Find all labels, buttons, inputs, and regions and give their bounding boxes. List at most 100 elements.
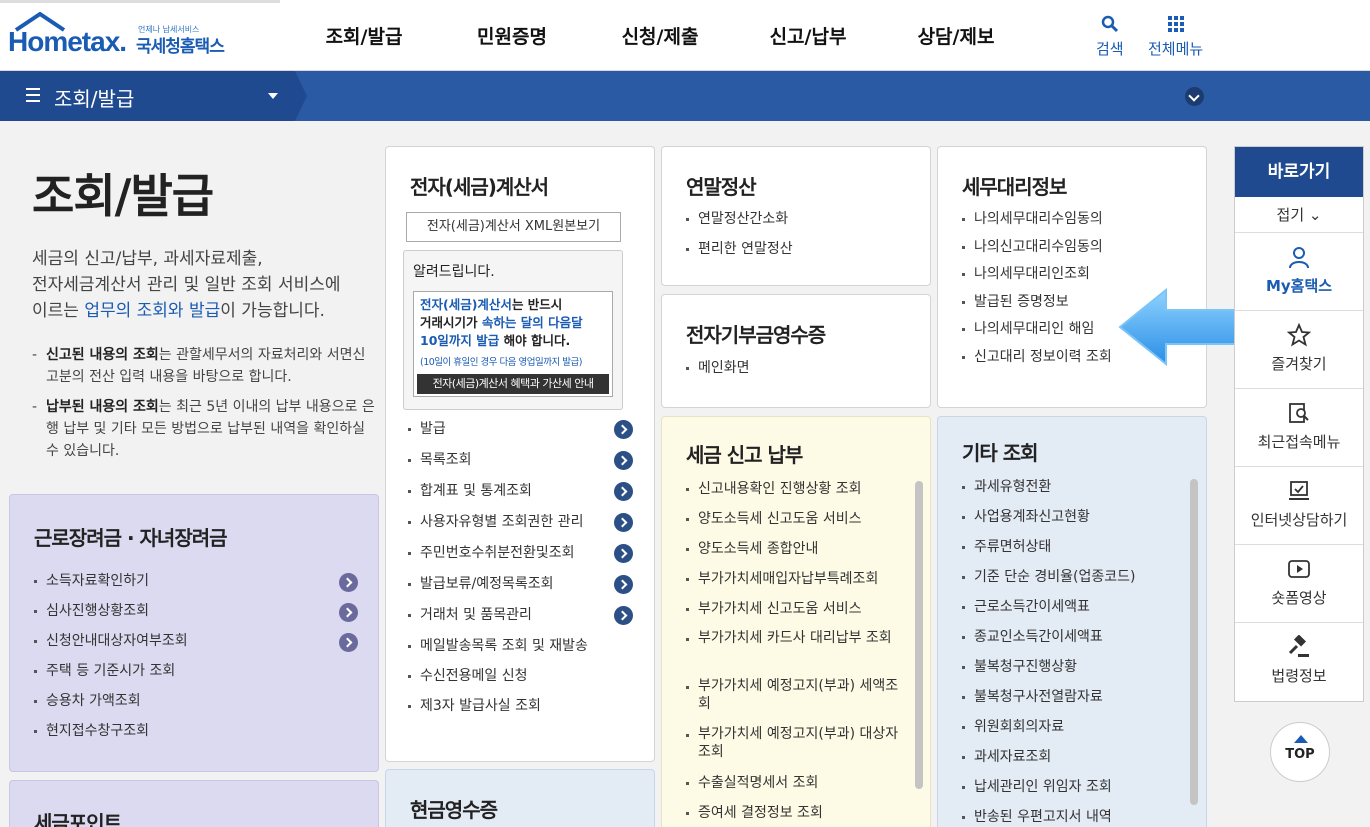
quick-recent[interactable]: 최근접속메뉴: [1235, 389, 1363, 467]
go-arrow-icon[interactable]: [614, 420, 633, 439]
list-item[interactable]: 종교인소득간이세액표: [962, 627, 1136, 657]
go-arrow-icon[interactable]: [614, 482, 633, 501]
nav-consult[interactable]: 상담/제보: [882, 0, 1030, 71]
list-item[interactable]: 기준 단순 경비율(업종코드): [962, 567, 1136, 597]
list-item[interactable]: 수출실적명세서 조회: [686, 773, 911, 803]
nav-apply[interactable]: 신청/제출: [586, 0, 734, 71]
list-item[interactable]: 나의세무대리인조회: [962, 264, 1112, 292]
list-item[interactable]: 근로소득간이세액표: [962, 597, 1136, 627]
list-item[interactable]: 신청안내대상자여부조회: [34, 631, 188, 661]
nav-inquiry[interactable]: 조회/발급: [290, 0, 438, 71]
list-item[interactable]: 소득자료확인하기: [34, 571, 188, 601]
list-item[interactable]: 합계표 및 통계조회: [408, 481, 588, 512]
scroll-top-button[interactable]: TOP: [1270, 722, 1330, 782]
list-item[interactable]: 부가가치세 신고도움 서비스: [686, 599, 911, 629]
list-item[interactable]: 메인화면: [686, 358, 750, 388]
card-points: 세금포인트: [9, 780, 379, 827]
card-title: 전자기부금영수증: [686, 323, 826, 347]
list-item[interactable]: 메일발송목록 조회 및 재발송: [408, 636, 588, 666]
list-item[interactable]: 양도소득세 종합안내: [686, 539, 911, 569]
quick-shortform[interactable]: 숏폼영상: [1235, 545, 1363, 623]
notice-l3a: 10일까지 발급: [420, 333, 500, 348]
card-donation: 전자기부금영수증 메인화면: [661, 294, 931, 408]
card-einvoice: 전자(세금)계산서 전자(세금)계산서 XML원본보기 알려드립니다. 전자(세…: [385, 146, 655, 762]
intro-description: 세금의 신고/납부, 과세자료제출, 전자세금계산서 관리 및 일반 조회 서비…: [32, 246, 377, 324]
list-item[interactable]: 주택 등 기준시가 조회: [34, 661, 188, 691]
benefit-penalty-button[interactable]: 전자(세금)계산서 혜택과 가산세 안내: [417, 374, 609, 394]
list-item[interactable]: 거래처 및 품목관리: [408, 605, 588, 636]
scrollbar[interactable]: [915, 481, 923, 789]
go-arrow-icon[interactable]: [614, 451, 633, 470]
quick-consult[interactable]: 인터넷상담하기: [1235, 467, 1363, 545]
list-item[interactable]: 위원회회의자료: [962, 717, 1136, 747]
list-item[interactable]: 현지접수창구조회: [34, 721, 188, 751]
card-title: 기타 조회: [962, 441, 1039, 465]
yearend-list: 연말정산간소화 편리한 연말정산: [686, 209, 793, 269]
section-dropdown[interactable]: 조회/발급: [0, 71, 295, 121]
go-arrow-icon[interactable]: [339, 633, 358, 652]
list-item[interactable]: 발급: [408, 419, 588, 450]
search-button[interactable]: 검색: [1096, 14, 1124, 59]
list-item[interactable]: 나의세무대리인 해임: [962, 319, 1112, 347]
note-bold: 납부된 내용의 조회: [46, 399, 159, 415]
list-item[interactable]: 증여세 결정정보 조회: [686, 803, 911, 827]
section-title: 조회/발급: [54, 87, 135, 111]
list-item[interactable]: 불복청구진행상황: [962, 657, 1136, 687]
card-cash-receipt: 현금영수증: [385, 769, 655, 827]
allmenu-button[interactable]: 전체메뉴: [1148, 14, 1203, 59]
list-item[interactable]: 주민번호수취분전환및조회: [408, 543, 588, 574]
go-arrow-icon[interactable]: [339, 573, 358, 592]
list-item[interactable]: 납세관리인 위임자 조회: [962, 777, 1136, 807]
notice-l1a: 전자(세금)계산서: [420, 297, 512, 312]
hometax-logo[interactable]: Hometax. 언제나 납세서비스 국세청홈택스: [8, 12, 248, 62]
go-arrow-icon[interactable]: [614, 544, 633, 563]
list-item[interactable]: 과세자료조회: [962, 747, 1136, 777]
list-item[interactable]: 나의세무대리수임동의: [962, 209, 1112, 237]
go-arrow-icon[interactable]: [339, 603, 358, 622]
notice-title: 알려드립니다.: [413, 264, 495, 280]
notice-box: 알려드립니다. 전자(세금)계산서는 반드시 거래시기가 속하는 달의 다음달 …: [403, 250, 623, 410]
go-arrow-icon[interactable]: [614, 513, 633, 532]
list-item[interactable]: 양도소득세 신고도움 서비스: [686, 509, 911, 539]
section-bar: 조회/발급: [0, 71, 1370, 121]
expand-circle-icon[interactable]: [1185, 87, 1204, 106]
play-video-icon: [1288, 560, 1310, 578]
quick-label: 법령정보: [1271, 667, 1327, 685]
go-arrow-icon[interactable]: [614, 606, 633, 625]
list-item[interactable]: 나의신고대리수임동의: [962, 237, 1112, 265]
quick-law[interactable]: 법령정보: [1235, 623, 1363, 701]
list-item[interactable]: 편리한 연말정산: [686, 239, 793, 269]
list-item[interactable]: 주류면허상태: [962, 537, 1136, 567]
list-item[interactable]: 발급보류/예정목록조회: [408, 574, 588, 605]
list-item[interactable]: 사업용계좌신고현황: [962, 507, 1136, 537]
list-item[interactable]: 불복청구사전열람자료: [962, 687, 1136, 717]
list-item[interactable]: 사용자유형별 조회권한 관리: [408, 512, 588, 543]
list-item[interactable]: 신고대리 정보이력 조회: [962, 347, 1112, 375]
quick-label: 숏폼영상: [1271, 589, 1327, 607]
list-item[interactable]: 심사진행상황조회: [34, 601, 188, 631]
notice-l2b: 속하는 달의 다음달: [481, 315, 583, 330]
nav-report-pay[interactable]: 신고/납부: [734, 0, 882, 71]
fold-button[interactable]: 접기 ⌄: [1235, 197, 1363, 233]
list-item[interactable]: 부가가치세 카드사 대리납부 조회: [686, 629, 911, 677]
quick-favorites[interactable]: 즐겨찾기: [1235, 311, 1363, 389]
list-item[interactable]: 신고내용확인 진행상황 조회: [686, 479, 911, 509]
list-item[interactable]: 제3자 발급사실 조회: [408, 696, 588, 726]
list-item[interactable]: 부가가치세 예정고지(부과) 세액조회: [686, 677, 911, 725]
scrollbar[interactable]: [1190, 479, 1198, 805]
list-item[interactable]: 목록조회: [408, 450, 588, 481]
list-item[interactable]: 수신전용메일 신청: [408, 666, 588, 696]
list-item[interactable]: 반송된 우편고지서 내역: [962, 807, 1136, 827]
etc-list: 과세유형전환 사업용계좌신고현황 주류면허상태 기준 단순 경비율(업종코드) …: [962, 477, 1136, 827]
list-item[interactable]: 과세유형전환: [962, 477, 1136, 507]
list-item[interactable]: 발급된 증명정보: [962, 292, 1112, 320]
quick-my-hometax[interactable]: My홈택스: [1235, 233, 1363, 311]
list-item[interactable]: 연말정산간소화: [686, 209, 793, 239]
list-item[interactable]: 부가가치세 예정고지(부과) 대상자 조회: [686, 725, 911, 773]
go-arrow-icon[interactable]: [614, 575, 633, 594]
card-etc: 기타 조회 과세유형전환 사업용계좌신고현황 주류면허상태 기준 단순 경비율(…: [937, 416, 1207, 827]
list-item[interactable]: 부가가치세매입자납부특례조회: [686, 569, 911, 599]
xml-view-button[interactable]: 전자(세금)계산서 XML원본보기: [406, 212, 621, 242]
nav-certificate[interactable]: 민원증명: [438, 0, 586, 71]
list-item[interactable]: 승용차 가액조회: [34, 691, 188, 721]
